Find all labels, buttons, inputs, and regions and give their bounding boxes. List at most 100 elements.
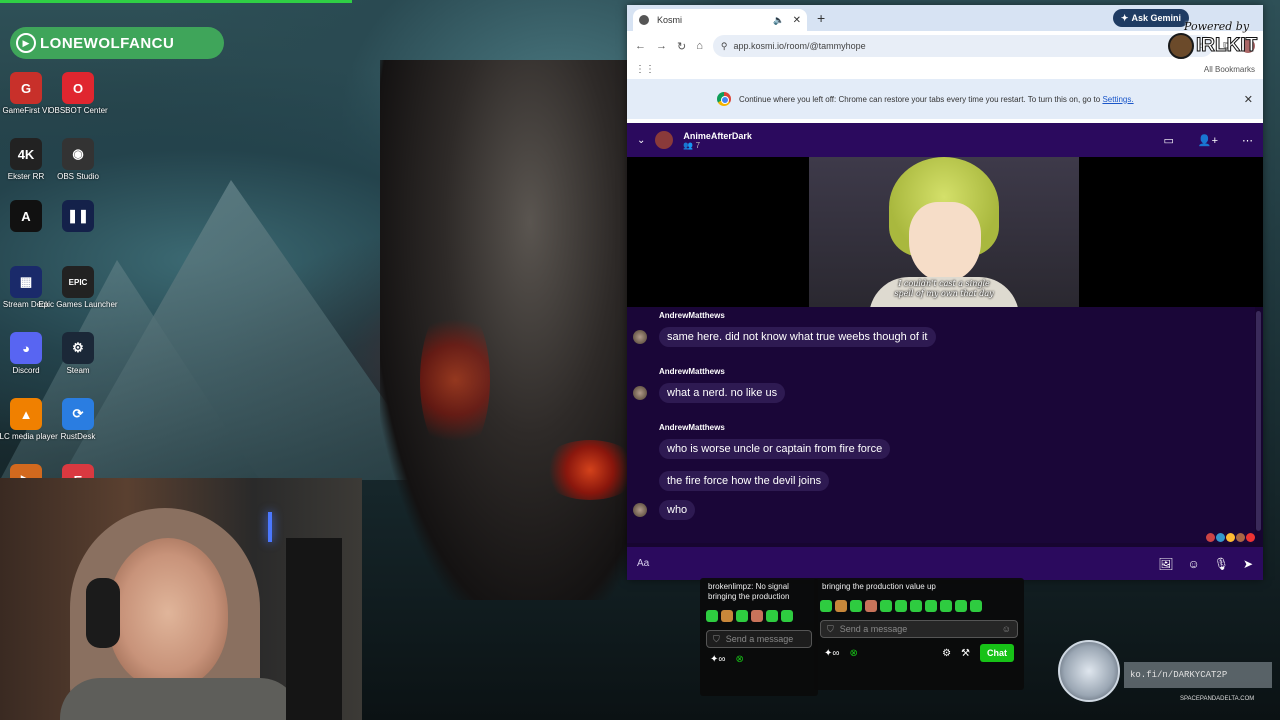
new-tab-button[interactable]: + [817, 10, 825, 26]
desktop-icon-label: OBSBOT Center [48, 106, 108, 115]
anime-character-face [909, 202, 981, 282]
site-info-icon[interactable]: ⚲ [721, 41, 728, 52]
close-infobar-icon[interactable]: ✕ [1244, 93, 1253, 106]
xbox-icon[interactable]: ⊗ [850, 648, 858, 659]
address-bar[interactable]: ⚲ app.kosmi.io/room/@tammyhope ⎙ ☆ [712, 35, 1214, 57]
wallpaper-glow [540, 440, 640, 500]
restore-text: Continue where you left off: Chrome can … [739, 95, 1236, 104]
kosmi-favicon-icon [639, 15, 649, 25]
settings-link[interactable]: Settings. [1102, 95, 1133, 104]
message-bubble[interactable]: same here. did not know what true weebs … [659, 327, 936, 347]
subtitle-line: I couldn't cast a single [898, 279, 990, 288]
tab-title: Kosmi [657, 15, 683, 25]
emote-row [814, 596, 1024, 616]
stream-chat-widget: bringing the production value up ⛉ Send … [814, 578, 1024, 690]
image-upload-icon[interactable]: 🖼 [1158, 557, 1173, 571]
app-icon: A [10, 200, 42, 232]
emoji-icon[interactable]: ☺ [1002, 624, 1011, 634]
webcam-light [268, 512, 272, 542]
chrome-logo-icon [717, 92, 731, 106]
message-author[interactable]: AndrewMatthews [659, 423, 725, 432]
members-icon: 👥 [683, 140, 696, 150]
chat-button[interactable]: Chat [980, 644, 1014, 662]
xbox-icon[interactable]: ⊗ [736, 654, 744, 665]
message-avatar[interactable] [633, 386, 647, 400]
speaker-icon[interactable]: 🔈 [773, 15, 784, 26]
webcam-feed [0, 478, 362, 720]
emote-row [700, 606, 818, 626]
wallpaper-glow [420, 300, 490, 460]
cast-icon[interactable]: ▭ [1163, 134, 1173, 147]
app-icon: O [62, 72, 94, 104]
mod-icon[interactable]: ⚒ [961, 648, 970, 659]
member-count-value: 7 [695, 140, 701, 150]
home-icon[interactable]: ⌂ [696, 40, 703, 52]
desktop-icon[interactable]: ⚙ Steam [48, 332, 108, 375]
chat-lines: bringing the production value up [814, 578, 1024, 596]
tab-kosmi[interactable]: Kosmi 🔈 ✕ [633, 9, 807, 31]
app-icon: ◕ [10, 332, 42, 364]
webcam-shirt [60, 678, 300, 720]
back-icon[interactable]: ← [635, 40, 646, 52]
desktop-icon[interactable]: O OBSBOT Center [48, 72, 108, 115]
message-bubble[interactable]: the fire force how the devil joins [659, 471, 830, 491]
video-subtitles: I couldn't cast a single spell of my own… [809, 279, 1079, 299]
app-icon: ❚❚ [62, 200, 94, 232]
video-player[interactable]: I couldn't cast a single spell of my own… [627, 157, 1263, 307]
irlkit-brand: IRLKIT [1195, 35, 1258, 57]
chevron-down-icon[interactable]: ⌄ [637, 135, 645, 146]
all-bookmarks[interactable]: All Bookmarks [1204, 65, 1255, 74]
stream-top-bar [0, 0, 352, 3]
message-avatar[interactable] [633, 503, 647, 517]
chat-messages: AndrewMatthews same here. did not know wh… [627, 307, 1255, 543]
chat-line: bringing the production [708, 592, 790, 601]
app-icon: ⚙ [62, 332, 94, 364]
microphone-icon[interactable]: 🎙 [1214, 557, 1229, 571]
message-author[interactable]: AndrewMatthews [659, 311, 725, 320]
message-author[interactable]: AndrewMatthews [659, 367, 725, 376]
message-avatar[interactable] [633, 330, 647, 344]
desktop-icon[interactable]: ◉ OBS Studio [48, 138, 108, 181]
chrome-window: Kosmi 🔈 ✕ + ✦ Ask Gemini ← → ↻ ⌂ ⚲ app.k… [627, 5, 1263, 580]
chat-line: brokenlimpz: No signal [708, 582, 789, 591]
points-icon[interactable]: ✦∞ [824, 648, 840, 659]
gemini-icon: ✦ [1120, 12, 1129, 23]
apps-grid-icon[interactable]: ⋮⋮ [635, 64, 655, 75]
more-options-icon[interactable]: ⋯ [1242, 134, 1253, 147]
emoji-icon[interactable]: ☺ [1187, 557, 1199, 571]
settings-gear-icon[interactable]: ⚙ [942, 648, 951, 659]
bookmarks-bar: ⋮⋮ All Bookmarks [627, 61, 1263, 79]
app-icon: ◉ [62, 138, 94, 170]
irlkit-logo: IRLKIT [1168, 33, 1274, 59]
desktop-icon[interactable]: EPIC Epic Games Launcher [38, 266, 118, 309]
points-icon[interactable]: ✦∞ [710, 654, 726, 665]
chat-scrollbar[interactable] [1256, 311, 1261, 531]
desktop-icon[interactable]: ❚❚ [48, 200, 108, 234]
bear-icon [1168, 33, 1194, 59]
chat-line: bringing the production value up [822, 582, 936, 591]
spacepanda-url: SPACEPANDADELTA.COM [1180, 696, 1255, 702]
message-bubble[interactable]: who [659, 500, 696, 520]
send-message-input[interactable]: ⛉ Send a message ☺ [820, 620, 1018, 638]
subtitle-line: spell of my own that day [894, 289, 994, 298]
close-tab-icon[interactable]: ✕ [793, 15, 801, 26]
desktop-icon[interactable]: ⟳ RustDesk [48, 398, 108, 441]
room-avatar [655, 131, 674, 149]
desktop-icon-label: RustDesk [60, 432, 96, 441]
message-input[interactable] [637, 558, 1145, 569]
play-icon: ▶ [16, 33, 36, 53]
add-user-icon[interactable]: 👤+ [1198, 134, 1218, 147]
reload-icon[interactable]: ↻ [677, 40, 686, 53]
send-icon[interactable]: ➤ [1243, 557, 1253, 571]
desktop-icon-label: Ekster RR [7, 172, 45, 181]
message-composer: 🖼 ☺ 🎙 ➤ [627, 547, 1263, 580]
message-bubble[interactable]: who is worse uncle or captain from fire … [659, 439, 891, 459]
forward-icon[interactable]: → [656, 40, 667, 52]
desktop-icon-label: Discord [12, 366, 40, 375]
app-icon: 4K [10, 138, 42, 170]
app-icon: G [10, 72, 42, 104]
send-message-input[interactable]: ⛉ Send a message [706, 630, 812, 648]
shield-icon: ⛉ [713, 633, 720, 644]
message-bubble[interactable]: what a nerd. no like us [659, 383, 786, 403]
desktop-icon-label: GameFirst VI [2, 106, 50, 115]
